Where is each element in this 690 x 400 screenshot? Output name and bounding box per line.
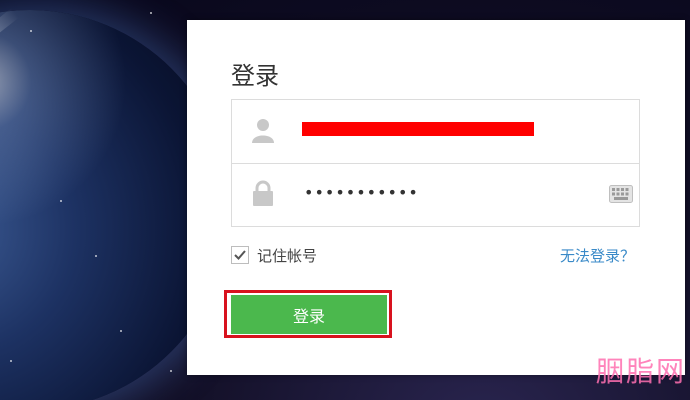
password-field[interactable]: ••••••••••• [232, 163, 639, 225]
login-button[interactable]: 登录 [231, 295, 387, 334]
login-screen: 登录 ••••••••••• 记住帐号 无法登录？ 登录 胭脂网 [0, 0, 690, 400]
star [150, 12, 152, 14]
cannot-login-link[interactable]: 无法登录？ [560, 245, 635, 266]
star [30, 30, 32, 32]
credentials-box: ••••••••••• [231, 99, 640, 227]
star [60, 200, 62, 202]
login-title: 登录 [231, 62, 279, 90]
checkmark-icon [234, 250, 246, 260]
remember-checkbox[interactable] [231, 246, 249, 264]
redacted-username [302, 122, 534, 136]
password-mask: ••••••••••• [304, 183, 419, 202]
login-panel: 登录 ••••••••••• 记住帐号 无法登录？ 登录 [187, 20, 685, 375]
lock-icon [253, 180, 273, 206]
star [170, 370, 172, 372]
star [95, 255, 97, 257]
planet-glow [0, 10, 10, 160]
username-field[interactable] [232, 100, 639, 164]
remember-account: 记住帐号 [231, 244, 317, 266]
remember-label: 记住帐号 [257, 246, 318, 265]
star [10, 360, 12, 362]
star [120, 330, 122, 332]
keyboard-icon[interactable] [609, 185, 633, 203]
watermark: 胭脂网 [595, 355, 686, 388]
user-icon [252, 119, 274, 143]
